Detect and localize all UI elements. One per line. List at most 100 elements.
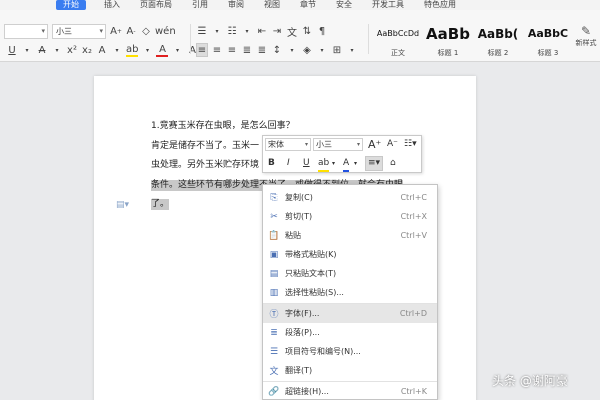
menu-item-font[interactable]: Ⓣ 字体(F)... Ctrl+D	[263, 304, 437, 323]
tab-view[interactable]: 视图	[264, 0, 280, 10]
copy-icon: ⎘	[270, 192, 278, 203]
new-style-icon: ✎	[580, 24, 592, 38]
subscript-icon[interactable]: x₂	[81, 43, 93, 57]
outdent-icon[interactable]: ⇤	[256, 24, 268, 38]
menu-item-bullets-numbering[interactable]: ☰ 项目符号和编号(N)...	[263, 342, 437, 361]
font-size-value: 小三	[56, 27, 72, 36]
chevron-down-icon[interactable]: ▾	[21, 43, 33, 57]
paste-icon: 📋	[268, 230, 280, 241]
grow-font-icon[interactable]: A +	[110, 25, 122, 39]
tab-home[interactable]: 开始	[56, 0, 86, 10]
line-spacing-icon[interactable]: ↕	[271, 43, 283, 57]
mini-list-icon[interactable]: ☷▾	[404, 138, 417, 151]
doc-line-3: 虫处理。另外玉米贮存环境	[151, 160, 260, 170]
chevron-down-icon[interactable]: ▾	[286, 43, 298, 57]
align-center-icon[interactable]: ≡	[211, 43, 223, 57]
highlight-icon[interactable]: ab	[126, 43, 139, 57]
mini-italic-icon[interactable]: I	[287, 157, 290, 170]
tab-features[interactable]: 特色应用	[424, 0, 456, 10]
menu-item-copy[interactable]: ⎘ 复制(C) Ctrl+C	[263, 188, 437, 207]
mini-shrink-font-icon[interactable]: A⁻	[387, 138, 398, 151]
menu-item-paragraph[interactable]: ≣ 段落(P)...	[263, 323, 437, 342]
chevron-down-icon[interactable]: ▾	[316, 43, 328, 57]
style-heading-3[interactable]: AaBbC 标题 3	[524, 23, 572, 63]
underline-icon[interactable]: U	[6, 43, 18, 57]
tab-references[interactable]: 引用	[192, 0, 208, 10]
mini-font-name-select[interactable]: 宋体 ▾	[265, 138, 311, 151]
shrink-font-icon[interactable]: A-	[125, 25, 137, 39]
menu-item-paste-special[interactable]: ▥ 选择性粘贴(S)...	[263, 283, 437, 302]
align-right-icon[interactable]: ≡	[226, 43, 238, 57]
paragraph-handle-icon[interactable]: ▤▾	[116, 200, 129, 210]
chevron-down-icon: ▾	[99, 27, 103, 35]
translate-icon: 文	[269, 367, 279, 377]
mini-bold-icon[interactable]: B	[268, 157, 275, 170]
show-marks-icon[interactable]: ¶	[316, 24, 328, 38]
chevron-down-icon[interactable]: ▾	[171, 43, 183, 57]
clear-format-icon[interactable]: ◇	[140, 25, 152, 39]
chevron-down-icon[interactable]: ▾	[354, 157, 357, 170]
ribbon-row-2-para: ≡ ≡ ≡ ≣ ≣ ↕ ▾ ◈ ▾ ⊞ ▾	[196, 43, 361, 57]
context-menu: ⎘ 复制(C) Ctrl+C ✂ 剪切(T) Ctrl+X 📋 粘贴 Ctrl+…	[262, 184, 438, 400]
font-size-select[interactable]: 小三 ▾	[52, 24, 106, 39]
mini-align-icon[interactable]: ≡▾	[365, 156, 384, 171]
chevron-down-icon[interactable]: ▾	[141, 43, 153, 57]
chevron-down-icon[interactable]: ▾	[211, 24, 223, 38]
tab-security[interactable]: 安全	[336, 0, 352, 10]
indent-icon[interactable]: ⇥	[271, 24, 283, 38]
chevron-down-icon[interactable]: ▾	[241, 24, 253, 38]
style-heading-1[interactable]: AaBb 标题 1	[424, 23, 472, 63]
chevron-down-icon[interactable]: ▾	[332, 157, 335, 170]
chinese-layout-icon[interactable]: 文	[286, 24, 298, 39]
tab-page-layout[interactable]: 页面布局	[140, 0, 172, 10]
mini-underline-icon[interactable]: U	[303, 157, 310, 170]
chevron-down-icon[interactable]: ▾	[51, 43, 63, 57]
style-normal[interactable]: AaBbCcDd 正文	[374, 23, 422, 63]
distribute-icon[interactable]: ≣	[256, 43, 268, 57]
phonetic-icon[interactable]: wén	[155, 25, 176, 39]
mini-font-size-value: 小三	[316, 140, 332, 149]
borders-icon[interactable]: ⊞	[331, 43, 343, 57]
mini-highlight-icon[interactable]: ab	[318, 157, 330, 172]
ribbon-divider	[368, 24, 369, 54]
paste-format-icon: ▣	[269, 249, 279, 260]
numbered-list-icon[interactable]: ☷	[226, 24, 238, 38]
chevron-down-icon: ▾	[41, 27, 45, 35]
watermark: 头条 @谢阿豪	[492, 374, 568, 388]
font-name-select[interactable]: ▾	[4, 24, 48, 39]
sort-icon[interactable]: ⇅	[301, 24, 313, 38]
mini-toolbar: 宋体 ▾ 小三 ▾ A⁺ A⁻ ☷▾ B I U ab ▾ A ▾ ≡▾ ⌂	[262, 135, 422, 173]
strikethrough-icon[interactable]: A	[36, 43, 48, 57]
mini-font-color-icon[interactable]: A	[343, 157, 350, 172]
menu-item-cut[interactable]: ✂ 剪切(T) Ctrl+X	[263, 207, 437, 226]
menu-item-paste-text-only[interactable]: ▤ 只粘贴文本(T)	[263, 264, 437, 283]
ribbon: ▾ 小三 ▾ A + A- ◇ wén ☰ ▾ ☷ ▾ ⇤ ⇥ 文 ⇅ ¶ U ▾ …	[0, 10, 600, 62]
paste-special-icon: ▥	[269, 287, 279, 298]
ribbon-row-1: ▾ 小三 ▾ A + A- ◇ wén	[4, 24, 179, 39]
menu-item-translate[interactable]: 文 翻译(T)	[263, 361, 437, 380]
align-left-icon[interactable]: ≡	[196, 43, 208, 57]
tab-section[interactable]: 章节	[300, 0, 316, 10]
bullet-list-icon[interactable]: ☰	[196, 24, 208, 38]
text-effects-icon[interactable]: A	[96, 43, 108, 57]
mini-format-painter-icon[interactable]: ⌂	[390, 157, 396, 170]
chevron-down-icon[interactable]: ▾	[346, 43, 358, 57]
ribbon-row-1-para: ☰ ▾ ☷ ▾ ⇤ ⇥ 文 ⇅ ¶	[196, 24, 331, 39]
menu-item-paste-with-format[interactable]: ▣ 带格式粘贴(K)	[263, 245, 437, 264]
chevron-down-icon: ▾	[356, 141, 360, 148]
font-color-icon[interactable]: A	[156, 43, 169, 57]
tab-developer[interactable]: 开发工具	[372, 0, 404, 10]
superscript-icon[interactable]: x²	[66, 43, 78, 57]
menu-bar: 开始 插入 页面布局 引用 审阅 视图 章节 安全 开发工具 特色应用	[0, 0, 600, 10]
mini-font-size-select[interactable]: 小三 ▾	[313, 138, 363, 151]
tab-insert[interactable]: 插入	[104, 0, 120, 10]
chevron-down-icon[interactable]: ▾	[111, 43, 123, 57]
mini-grow-font-icon[interactable]: A⁺	[368, 138, 381, 151]
menu-item-hyperlink[interactable]: 🔗 超链接(H)... Ctrl+K	[263, 382, 437, 400]
menu-item-paste[interactable]: 📋 粘贴 Ctrl+V	[263, 226, 437, 245]
new-style-button[interactable]: ✎ 新样式	[572, 24, 600, 48]
shading-icon[interactable]: ◈	[301, 43, 313, 57]
style-heading-2[interactable]: AaBb( 标题 2	[474, 23, 522, 63]
tab-review[interactable]: 审阅	[228, 0, 244, 10]
justify-icon[interactable]: ≣	[241, 43, 253, 57]
